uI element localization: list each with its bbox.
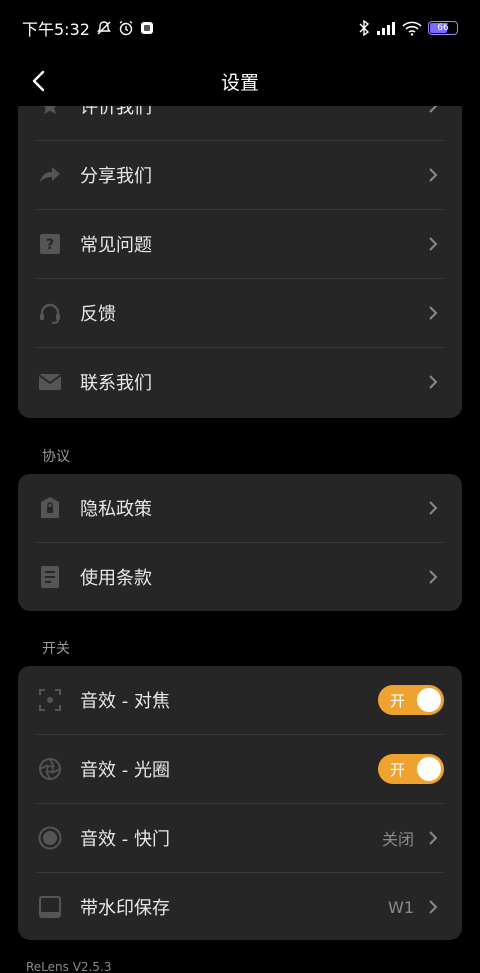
section-header-switches: 开关 <box>42 641 70 657</box>
toggle-knob <box>417 688 441 712</box>
contact-us-row[interactable]: 联系我们 <box>18 348 462 416</box>
app-bar: 设置 <box>0 56 480 106</box>
share-us-row[interactable]: 分享我们 <box>18 141 462 209</box>
aperture-icon <box>38 757 62 781</box>
app-notification-icon <box>140 21 154 35</box>
chevron-right-icon <box>428 569 440 585</box>
row-label: 使用条款 <box>80 568 152 589</box>
privacy-policy-row[interactable]: 隐私政策 <box>18 474 462 542</box>
row-label: 音效 - 光圈 <box>80 760 170 781</box>
chevron-right-icon <box>428 899 440 915</box>
watermark-save-row[interactable]: 带水印保存 W1 <box>18 873 462 940</box>
row-label: 分享我们 <box>80 166 152 187</box>
back-arrow-icon <box>32 70 45 92</box>
status-bar: 下午5:32 66 <box>0 0 480 56</box>
mail-icon <box>38 370 62 394</box>
question-icon: ? <box>38 232 62 256</box>
back-button[interactable] <box>22 65 54 97</box>
row-label: 音效 - 对焦 <box>80 691 170 712</box>
chevron-right-icon <box>428 374 440 390</box>
battery-level: 66 <box>437 23 449 33</box>
alarm-icon <box>118 20 134 36</box>
chevron-right-icon <box>428 236 440 252</box>
svg-text:?: ? <box>46 237 54 253</box>
general-card: 评价我们 分享我们 ? 常见问题 反馈 联系我们 <box>18 106 462 418</box>
focus-icon <box>38 688 62 712</box>
privacy-lock-icon <box>38 496 62 520</box>
feedback-row[interactable]: 反馈 <box>18 279 462 347</box>
shutter-sound-value: 关闭 <box>381 830 414 849</box>
bluetooth-icon <box>358 20 370 36</box>
chevron-right-icon <box>428 500 440 516</box>
row-label: 反馈 <box>80 304 116 325</box>
row-label: 带水印保存 <box>80 898 170 919</box>
sound-focus-toggle[interactable]: 开 <box>378 685 444 715</box>
chevron-right-icon <box>428 305 440 321</box>
row-label: 常见问题 <box>80 235 152 256</box>
headset-icon <box>38 301 62 325</box>
settings-list[interactable]: 评价我们 分享我们 ? 常见问题 反馈 联系我们 协议 隐私政策 使用条款 开关… <box>0 106 480 973</box>
chevron-right-icon <box>428 167 440 183</box>
battery-icon: 66 <box>428 21 458 35</box>
section-header-agreement: 协议 <box>42 449 70 465</box>
row-label: 音效 - 快门 <box>80 829 170 850</box>
row-label: 隐私政策 <box>80 499 152 520</box>
sound-shutter-row[interactable]: 音效 - 快门 关闭 <box>18 804 462 872</box>
star-icon <box>38 106 62 118</box>
status-right: 66 <box>358 20 458 36</box>
toggle-knob <box>417 757 441 781</box>
page-title: 设置 <box>220 71 259 94</box>
terms-of-use-row[interactable]: 使用条款 <box>18 543 462 611</box>
silent-icon <box>96 20 112 36</box>
share-icon <box>38 163 62 187</box>
switches-card: 音效 - 对焦 开 音效 - 光圈 开 音效 - 快门 关闭 带水印保存 W1 <box>18 666 462 940</box>
wifi-icon <box>402 20 422 36</box>
row-label: 评价我们 <box>80 106 152 118</box>
toggle-label: 开 <box>390 691 406 710</box>
status-left: 下午5:32 <box>22 16 154 40</box>
chevron-right-icon <box>428 106 440 114</box>
faq-row[interactable]: ? 常见问题 <box>18 210 462 278</box>
row-label: 联系我们 <box>80 373 152 394</box>
watermark-icon <box>38 895 62 919</box>
sound-aperture-row: 音效 - 光圈 开 <box>18 735 462 803</box>
shutter-icon <box>38 826 62 850</box>
sound-focus-row: 音效 - 对焦 开 <box>18 666 462 734</box>
watermark-value: W1 <box>388 897 414 917</box>
status-time: 下午5:32 <box>22 20 90 39</box>
chevron-right-icon <box>428 830 440 846</box>
app-version: ReLens V2.5.3 <box>26 960 112 973</box>
document-icon <box>38 565 62 589</box>
agreement-card: 隐私政策 使用条款 <box>18 474 462 611</box>
toggle-label: 开 <box>390 760 406 779</box>
signal-icon <box>376 21 396 35</box>
sound-aperture-toggle[interactable]: 开 <box>378 754 444 784</box>
rate-us-row[interactable]: 评价我们 <box>18 106 462 140</box>
